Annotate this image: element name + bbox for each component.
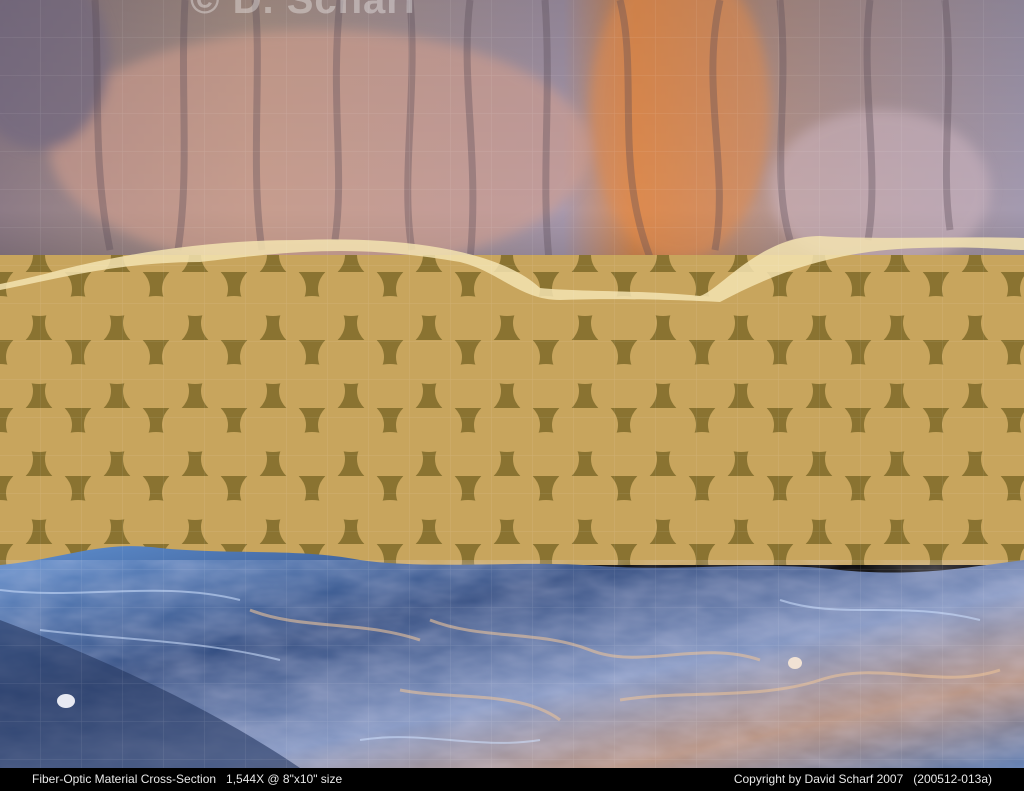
sem-micrograph-image: [0, 0, 1024, 768]
watermark-text: © D. Scharf: [190, 0, 418, 22]
caption-title: Fiber-Optic Material Cross-Section 1,544…: [32, 772, 343, 786]
micrograph-frame: © D. Scharf Fiber-Optic Material Cross-S…: [0, 0, 1024, 791]
caption-copyright: Copyright by David Scharf 2007 (200512-0…: [733, 772, 992, 786]
caption-bar: Fiber-Optic Material Cross-Section 1,544…: [0, 768, 1024, 791]
